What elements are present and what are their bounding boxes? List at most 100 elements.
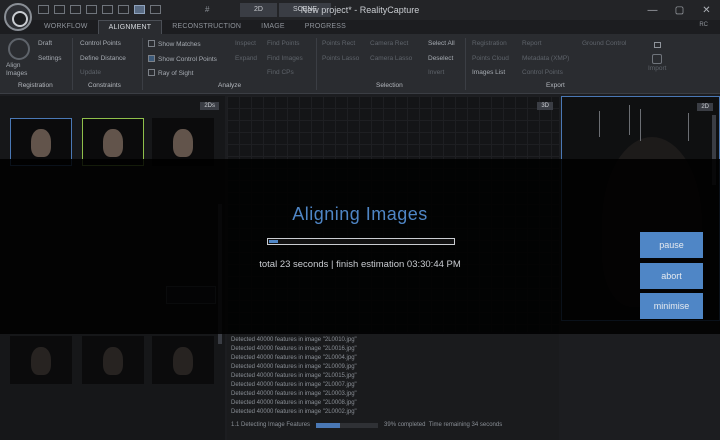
settings-button[interactable]: Settings — [38, 55, 62, 62]
checkbox-checked-icon — [148, 55, 155, 62]
export-ground-control-button[interactable]: Ground Control — [582, 40, 626, 47]
tab-alignment[interactable]: ALIGNMENT — [97, 20, 163, 34]
progress-bar — [267, 238, 455, 245]
pause-button[interactable]: pause — [640, 232, 703, 258]
progress-overlay: Aligning Images total 23 seconds | finis… — [0, 159, 720, 334]
lock-icon[interactable] — [654, 42, 661, 48]
log-line: Detected 40000 features in image "2L0009… — [231, 364, 357, 370]
import-button[interactable]: Import — [648, 65, 666, 72]
face-image — [103, 129, 123, 157]
maximize-icon[interactable]: ▢ — [666, 0, 693, 20]
image-thumbnail[interactable] — [152, 336, 214, 384]
title-bar: # 2D SCENE New project* - RealityCapture… — [0, 0, 720, 20]
checkbox-icon — [148, 69, 155, 76]
points-rect-button[interactable]: Points Rect — [322, 40, 355, 47]
group-export-label: Export — [546, 82, 565, 89]
log-line: Detected 40000 features in image "2L0016… — [231, 346, 357, 352]
update-button[interactable]: Update — [80, 69, 101, 76]
console-panel: Detected 40000 features in image "2L0010… — [227, 332, 559, 440]
find-images-button[interactable]: Find Images — [267, 55, 303, 62]
window-title: New project* - RealityCapture — [300, 5, 420, 15]
expand-button[interactable]: Expand — [235, 55, 257, 62]
align-images-icon[interactable] — [8, 38, 30, 60]
light-streak — [629, 105, 630, 135]
align-images-button[interactable]: Align Images — [6, 62, 32, 78]
status-percent: 39% completed — [384, 422, 426, 428]
draft-button[interactable]: Draft — [38, 40, 52, 47]
group-constraints-label: Constraints — [88, 82, 121, 89]
log-line: Detected 40000 features in image "2L0002… — [231, 409, 357, 415]
panel-tag-2d[interactable]: 2D — [697, 103, 713, 111]
face-image — [173, 129, 193, 157]
export-points-cloud-button[interactable]: Points Cloud — [472, 55, 509, 62]
find-points-button[interactable]: Find Points — [267, 40, 300, 47]
window-controls: — ▢ ✕ — [639, 0, 720, 20]
ray-of-sight-label: Ray of Sight — [158, 70, 194, 77]
show-matches-label: Show Matches — [158, 41, 201, 48]
minimise-button[interactable]: minimise — [640, 293, 703, 319]
face-image — [31, 347, 51, 375]
app-window: # 2D SCENE New project* - RealityCapture… — [0, 0, 720, 440]
light-streak — [599, 111, 600, 137]
log-line: Detected 40000 features in image "2L0015… — [231, 373, 357, 379]
abort-button[interactable]: abort — [640, 263, 703, 289]
app-logo-icon[interactable] — [4, 3, 32, 31]
separator — [465, 38, 466, 90]
panel-tag-3d[interactable]: 3D — [537, 102, 553, 110]
separator — [72, 38, 73, 90]
image-thumbnail[interactable] — [82, 336, 144, 384]
status-remaining: Time remaining 34 seconds — [428, 422, 503, 428]
light-streak — [640, 109, 641, 141]
status-progress-fill — [316, 422, 341, 428]
define-distance-button[interactable]: Define Distance — [80, 55, 126, 62]
deselect-button[interactable]: Deselect — [428, 55, 453, 62]
tab-reconstruction[interactable]: RECONSTRUCTION — [162, 20, 251, 34]
panel-tag-2ds[interactable]: 2Ds — [200, 102, 219, 110]
separator — [142, 38, 143, 90]
group-selection-label: Selection — [376, 82, 403, 89]
log-line: Detected 40000 features in image "2L0007… — [231, 382, 357, 388]
inspect-button[interactable]: Inspect — [235, 40, 256, 47]
export-control-points-button[interactable]: Control Points — [522, 69, 563, 76]
select-all-button[interactable]: Select All — [428, 40, 455, 47]
export-images-list-button[interactable]: Images List — [472, 69, 505, 76]
invert-button[interactable]: Invert — [428, 69, 444, 76]
camera-lasso-button[interactable]: Camera Lasso — [370, 55, 412, 62]
minimize-icon[interactable]: — — [639, 0, 666, 20]
ribbon: Align Images Draft Settings Registration… — [0, 34, 720, 94]
user-badge[interactable]: RC — [699, 22, 708, 28]
face-image — [31, 129, 51, 157]
group-registration-label: Registration — [18, 82, 53, 89]
face-image — [103, 347, 123, 375]
status-label: 1.1 Detecting Image Features — [231, 422, 311, 428]
group-analyze-label: Analyze — [218, 82, 242, 89]
checkbox-icon — [148, 40, 155, 47]
status-bar: 1.1 Detecting Image Features 39% complet… — [231, 422, 502, 428]
export-registration-button[interactable]: Registration — [472, 40, 507, 47]
log-line: Detected 40000 features in image "2L0004… — [231, 355, 357, 361]
separator — [316, 38, 317, 90]
face-image — [173, 347, 193, 375]
tab-progress[interactable]: PROGRESS — [295, 20, 356, 34]
ribbon-tabs: WORKFLOW ALIGNMENT RECONSTRUCTION IMAGE … — [34, 20, 356, 34]
ray-of-sight-checkbox[interactable]: Ray of Sight — [148, 69, 193, 77]
tab-image[interactable]: IMAGE — [251, 20, 295, 34]
points-lasso-button[interactable]: Points Lasso — [322, 55, 359, 62]
find-cps-button[interactable]: Find CPs — [267, 69, 294, 76]
show-matches-checkbox[interactable]: Show Matches — [148, 40, 201, 48]
close-icon[interactable]: ✕ — [693, 0, 720, 20]
progress-time-estimate: total 23 seconds | finish estimation 03:… — [259, 259, 461, 270]
tab-workflow[interactable]: WORKFLOW — [34, 20, 98, 34]
import-icon[interactable] — [652, 54, 662, 64]
progress-title: Aligning Images — [292, 204, 428, 224]
light-streak — [688, 113, 689, 141]
log-line: Detected 40000 features in image "2L0010… — [231, 337, 357, 343]
show-control-points-checkbox[interactable]: Show Control Points — [148, 55, 217, 63]
camera-rect-button[interactable]: Camera Rect — [370, 40, 408, 47]
control-points-button[interactable]: Control Points — [80, 40, 121, 47]
progress-bar-fill — [269, 240, 279, 243]
export-metadata-button[interactable]: Metadata (XMP) — [522, 55, 569, 62]
image-thumbnail[interactable] — [10, 336, 72, 384]
status-progress-bar — [316, 422, 379, 428]
export-report-button[interactable]: Report — [522, 40, 542, 47]
